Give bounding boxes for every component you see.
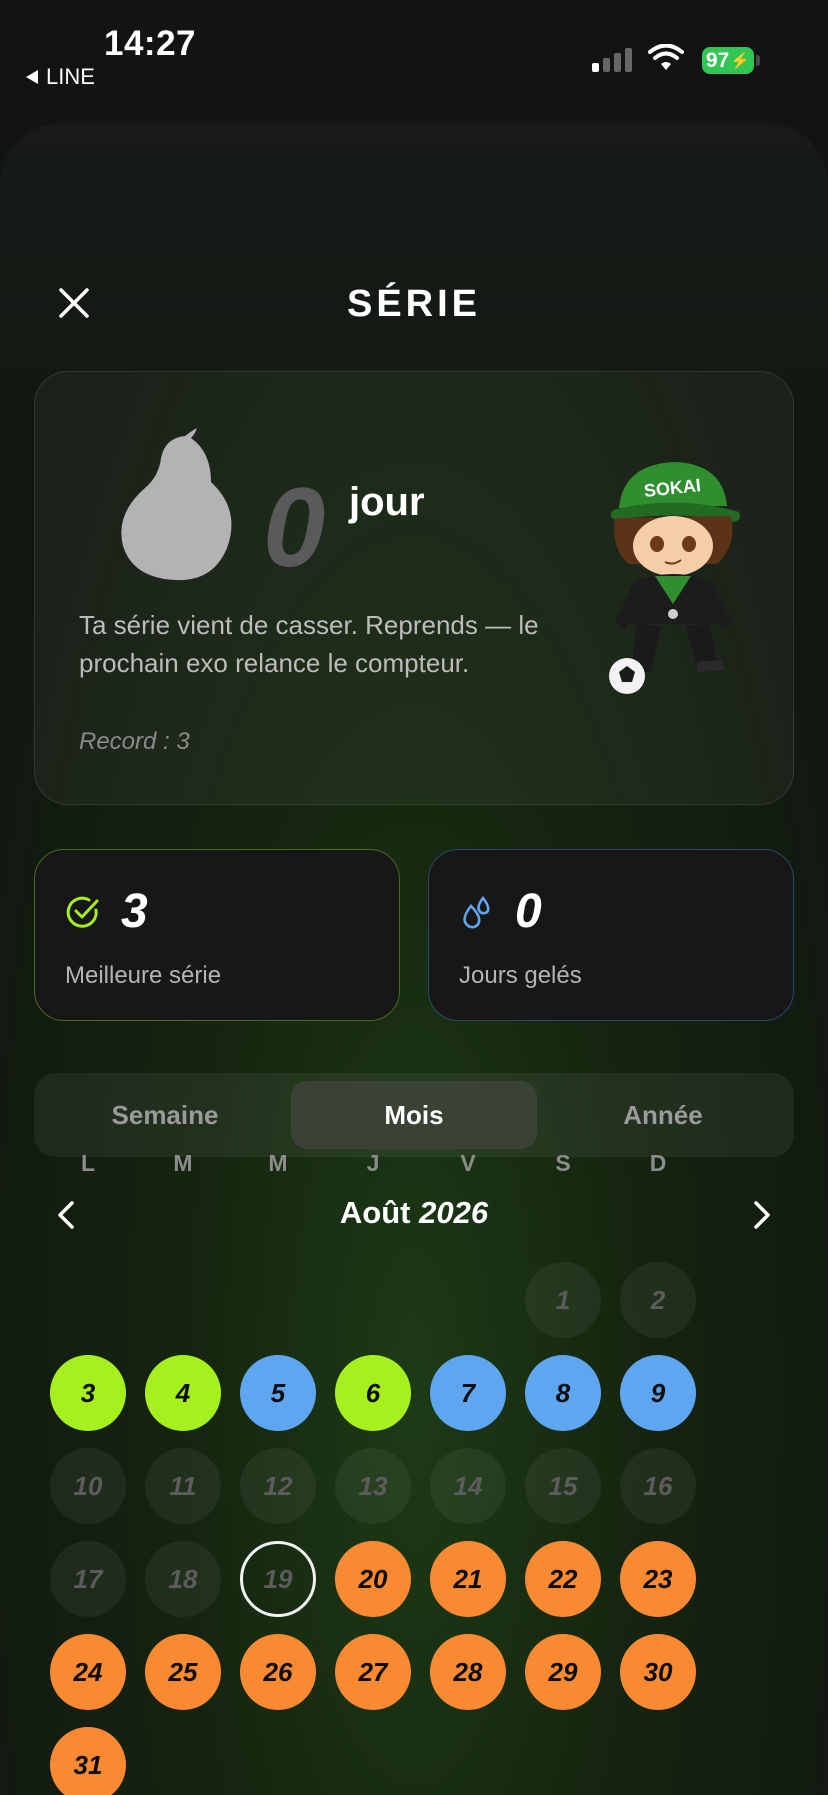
calendar-day[interactable]: 16 [620,1448,696,1524]
best-streak-label: Meilleure série [65,962,222,989]
back-arrow-icon [26,70,38,84]
best-streak-value: 3 [121,885,148,938]
calendar-day[interactable]: 25 [145,1634,221,1710]
weekday-label: V [460,1150,476,1176]
next-month-icon[interactable] [748,1195,776,1235]
status-time: 14:27 [104,24,197,63]
tab-semaine[interactable]: Semaine [42,1081,288,1149]
month-title: Août 2026 [0,1195,828,1231]
wifi-icon [648,44,684,70]
weekday-label: L [80,1150,96,1176]
frozen-days-value: 0 [515,885,542,938]
weekday-label: S [555,1150,571,1176]
calendar-day[interactable]: 28 [430,1634,506,1710]
calendar-day[interactable]: 11 [145,1448,221,1524]
calendar-day[interactable]: 27 [335,1634,411,1710]
calendar-day[interactable]: 24 [50,1634,126,1710]
calendar-day[interactable]: 20 [335,1541,411,1617]
calendar-day[interactable]: 12 [240,1448,316,1524]
weekday-label: J [366,1150,380,1176]
calendar-day[interactable]: 19 [240,1541,316,1617]
calendar-day[interactable]: 17 [50,1541,126,1617]
droplets-icon [463,895,490,929]
calendar-day[interactable]: 21 [430,1541,506,1617]
calendar-day[interactable]: 3 [50,1355,126,1431]
period-tabs: Semaine Mois Année [34,1073,794,1157]
calendar-day[interactable]: 4 [145,1355,221,1431]
streak-record: Record : 3 [79,728,190,755]
calendar-day[interactable]: 8 [525,1355,601,1431]
weekday-label: D [649,1150,667,1176]
streak-message: Ta série vient de casser. Reprends — le … [79,610,539,678]
pear-icon [121,428,232,581]
battery-level: 97 [705,48,730,72]
battery-icon: 97 ⚡ [702,47,754,74]
frozen-days-card: 0 Jours gelés [428,849,794,1021]
battery-cap [756,55,760,66]
streak-count: 0 [263,465,326,590]
sheet-header [0,123,828,373]
calendar-day[interactable]: 18 [145,1541,221,1617]
calendar-day[interactable]: 2 [620,1262,696,1338]
calendar-day[interactable]: 15 [525,1448,601,1524]
back-to-app-button[interactable]: LINE [26,64,95,90]
calendar-day[interactable]: 7 [430,1355,506,1431]
month-name: Août [339,1195,411,1230]
check-circle-icon [66,896,99,928]
calendar-day[interactable]: 23 [620,1541,696,1617]
calendar-day[interactable]: 5 [240,1355,316,1431]
mascot-illustration: SOKAI [609,462,741,694]
calendar-day[interactable]: 26 [240,1634,316,1710]
streak-card: 0 jour Ta série vient de casser. Reprend… [34,371,794,805]
calendar-day[interactable]: 22 [525,1541,601,1617]
page-title: SÉRIE [346,283,482,325]
cellular-signal-icon [592,48,632,72]
best-streak-card: 3 Meilleure série [34,849,400,1021]
frozen-days-label: Jours gelés [459,962,582,989]
tab-mois[interactable]: Mois [291,1081,537,1149]
charging-bolt-icon: ⚡ [730,52,751,70]
calendar-day[interactable]: 29 [525,1634,601,1710]
streak-sheet: SÉRIE 0 jour Ta série vient de casser. R… [0,123,828,1795]
weekday-label: M [268,1150,288,1176]
tab-annee[interactable]: Année [540,1081,786,1149]
month-year: 2026 [419,1195,489,1230]
streak-unit: jour [349,480,425,524]
status-bar: 14:27 LINE 97 ⚡ [0,0,828,110]
back-app-label: LINE [46,64,95,89]
calendar-day[interactable]: 13 [335,1448,411,1524]
calendar-day[interactable]: 14 [430,1448,506,1524]
weekday-label: M [173,1150,193,1176]
calendar-day[interactable]: 1 [525,1262,601,1338]
calendar-day[interactable]: 6 [335,1355,411,1431]
calendar-day[interactable]: 9 [620,1355,696,1431]
calendar-day[interactable]: 30 [620,1634,696,1710]
calendar-day[interactable]: 31 [50,1727,126,1795]
calendar-day[interactable]: 10 [50,1448,126,1524]
